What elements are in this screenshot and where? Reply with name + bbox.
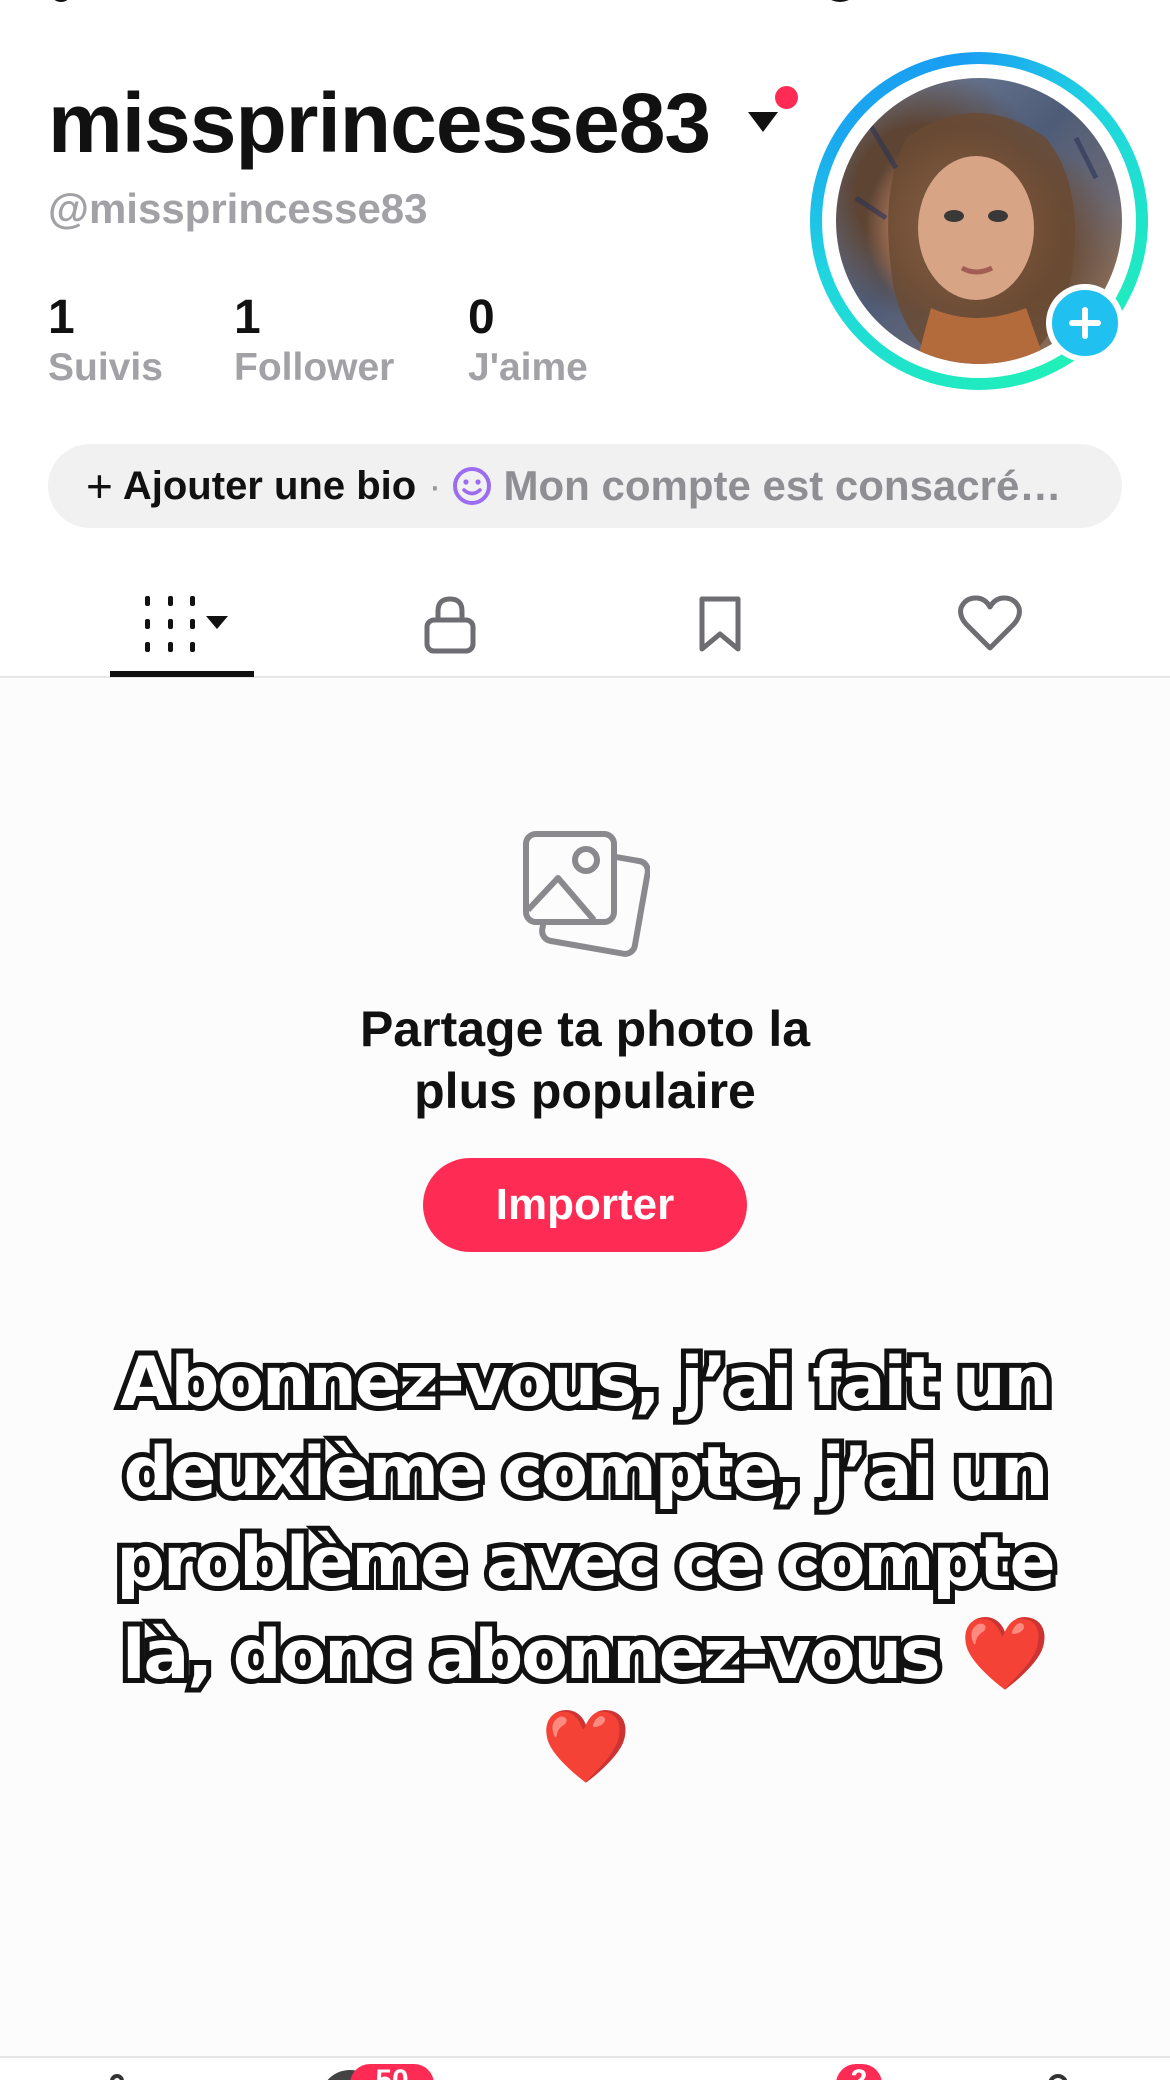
stat-likes[interactable]: 0 J'aime (468, 292, 588, 394)
heart-emoji-2: ❤️ (541, 1704, 631, 1788)
stat-followers-label: Follower (234, 346, 395, 389)
stat-followers-count: 1 (234, 291, 261, 344)
inbox-badge: 50 (350, 2064, 434, 2080)
overlay-caption: Abonnez-vous, j’ai fait un deuxième comp… (85, 1338, 1085, 1794)
stat-following-count: 1 (48, 291, 75, 344)
overlay-line-4-wrap: là, donc abonnez-vous ❤️ (85, 1608, 1085, 1701)
tab-videos[interactable] (110, 570, 254, 678)
empty-title-line-2: plus populaire (414, 1063, 756, 1119)
bottom-nav (0, 2058, 1170, 2080)
stat-likes-label: J'aime (468, 346, 588, 389)
bio-separator: · (428, 463, 442, 508)
import-button[interactable]: Importer (423, 1158, 747, 1252)
stat-likes-count: 0 (468, 291, 495, 344)
empty-title-line-1: Partage ta photo la (359, 1001, 811, 1057)
bio-suggestion-text: Mon compte est consacré… (503, 462, 1062, 509)
profile-display-name[interactable]: missprincesse83 (48, 78, 711, 168)
tab-liked[interactable] (930, 570, 1050, 678)
add-bio-label: Ajouter une bio (122, 463, 417, 508)
add-friend-icon[interactable] (50, 0, 72, 2)
stat-following-label: Suivis (48, 346, 163, 389)
empty-state-title: Partage ta photo la plus populaire (235, 998, 935, 1122)
overlay-line-3: problème avec ce compte (111, 1518, 1060, 1607)
overlay-line-4: là, donc abonnez-vous (117, 1611, 945, 1700)
lock-icon (424, 596, 476, 654)
footprints-icon[interactable] (820, 0, 860, 2)
grid-bars-icon (145, 596, 228, 652)
bookmark-icon (699, 596, 741, 652)
top-bar (0, 0, 1170, 6)
overlay-line-2: deuxième compte, j’ai un (119, 1428, 1054, 1517)
tab-private[interactable] (390, 570, 510, 678)
notification-dot (775, 86, 798, 109)
add-bio-button[interactable]: + Ajouter une bio · Mon compte est consa… (48, 444, 1122, 528)
tab-saved[interactable] (660, 570, 780, 678)
overlay-line-1: Abonnez-vous, j’ai fait un (115, 1338, 1057, 1427)
overlay-line-5: ❤️ (85, 1701, 1085, 1794)
add-story-button[interactable] (1046, 284, 1124, 362)
profile-tabs (0, 570, 1170, 678)
account-switch-chevron-icon[interactable] (748, 112, 778, 132)
profile-handle: @missprincesse83 (48, 185, 428, 232)
stat-followers[interactable]: 1 Follower (234, 292, 394, 394)
smiley-icon (452, 467, 491, 505)
heart-icon (958, 595, 1022, 651)
profile-page: missprincesse83 @missprincesse83 1 Suivi… (0, 0, 1170, 2080)
active-tab-indicator (110, 671, 254, 677)
plus-icon: + (86, 460, 113, 512)
photos-icon (520, 830, 651, 965)
heart-emoji: ❤️ (960, 1611, 1050, 1695)
stat-following[interactable]: 1 Suivis (48, 292, 163, 394)
